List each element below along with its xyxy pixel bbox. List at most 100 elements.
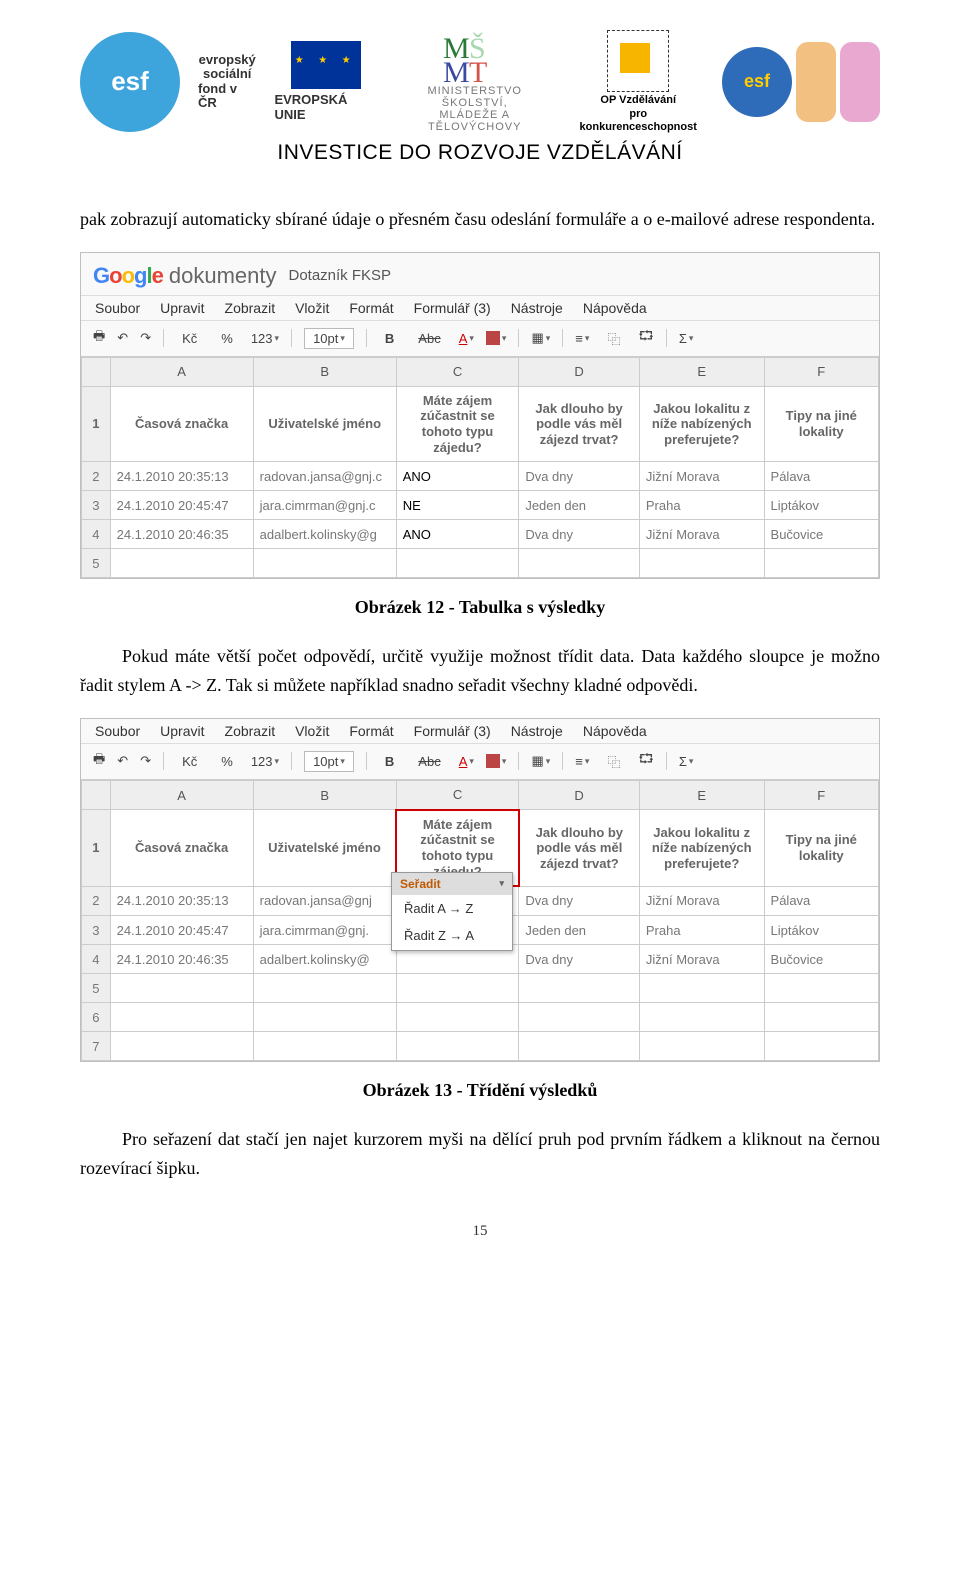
menu-format[interactable]: Formát (349, 300, 393, 316)
cell[interactable] (110, 549, 253, 578)
cell[interactable]: Dva dny (519, 520, 640, 549)
cell[interactable] (639, 974, 764, 1003)
bold-button[interactable]: B (379, 329, 400, 348)
menu-nastroje[interactable]: Nástroje (511, 723, 563, 739)
spreadsheet-grid-1[interactable]: A B C D E F 1 Časová značka Uživatelské … (81, 357, 879, 578)
cell[interactable]: radovan.jansa@gnj.c (253, 462, 396, 491)
wrap-button[interactable]: ⮔ (638, 327, 653, 349)
col-header-d[interactable]: D (519, 357, 640, 386)
cell[interactable]: Pálava (764, 462, 878, 491)
strike-button[interactable]: Abc (412, 752, 446, 771)
row-num[interactable]: 3 (82, 491, 111, 520)
cell[interactable] (639, 549, 764, 578)
cell[interactable]: jara.cimrman@gnj.c (253, 491, 396, 520)
row-num[interactable]: 2 (82, 886, 111, 916)
print-icon[interactable]: 🖶 (93, 750, 105, 772)
cell[interactable]: Praha (639, 916, 764, 945)
cell[interactable]: Dva dny (519, 945, 640, 974)
menu-zobrazit[interactable]: Zobrazit (225, 300, 276, 316)
menu-vlozit[interactable]: Vložit (295, 723, 329, 739)
number-format-button[interactable]: 123▾ (251, 331, 279, 346)
menu-soubor[interactable]: Soubor (95, 300, 140, 316)
undo-icon[interactable]: ↶ (117, 330, 128, 346)
menu-zobrazit[interactable]: Zobrazit (225, 723, 276, 739)
hdr-tipy[interactable]: Tipy na jiné lokality (764, 810, 878, 886)
cell[interactable]: ANO (396, 462, 519, 491)
redo-icon[interactable]: ↷ (140, 330, 151, 346)
row-num[interactable]: 4 (82, 520, 111, 549)
row-num[interactable]: 5 (82, 549, 111, 578)
cell[interactable]: 24.1.2010 20:35:13 (110, 886, 253, 916)
col-header-e[interactable]: E (639, 780, 764, 810)
hdr-tipy[interactable]: Tipy na jiné lokality (764, 386, 878, 461)
cell[interactable] (639, 1003, 764, 1032)
cell[interactable]: 24.1.2010 20:45:47 (110, 916, 253, 945)
align-button[interactable]: ≡▾ (575, 754, 589, 769)
cell[interactable] (253, 974, 396, 1003)
cell[interactable]: Praha (639, 491, 764, 520)
col-header-blank[interactable] (82, 357, 111, 386)
currency-button[interactable]: Kč (176, 752, 203, 771)
hdr-casova[interactable]: Časová značka (110, 386, 253, 461)
align-button[interactable]: ≡▾ (575, 331, 589, 346)
hdr-dlouho[interactable]: Jak dlouho by podle vás měl zájezd trvat… (519, 386, 640, 461)
row-num[interactable]: 2 (82, 462, 111, 491)
borders-button[interactable]: ▦▾ (531, 330, 550, 346)
hdr-lokalita[interactable]: Jakou lokalitu z níže nabízených preferu… (639, 386, 764, 461)
cell[interactable] (110, 1032, 253, 1061)
cell[interactable] (253, 549, 396, 578)
cell[interactable]: Jižní Morava (639, 945, 764, 974)
sort-dropdown-header[interactable]: Seřadit▾ (392, 873, 512, 895)
cell[interactable] (396, 1032, 519, 1061)
col-header-e[interactable]: E (639, 357, 764, 386)
menu-napoveda[interactable]: Nápověda (583, 300, 647, 316)
wrap-button[interactable]: ⮔ (638, 750, 653, 772)
undo-icon[interactable]: ↶ (117, 753, 128, 769)
cell[interactable]: 24.1.2010 20:35:13 (110, 462, 253, 491)
cell[interactable] (519, 1003, 640, 1032)
formula-button[interactable]: Σ▾ (679, 754, 694, 769)
cell[interactable] (519, 1032, 640, 1061)
col-header-d[interactable]: D (519, 780, 640, 810)
cell[interactable]: 24.1.2010 20:46:35 (110, 520, 253, 549)
menu-format[interactable]: Formát (349, 723, 393, 739)
col-header-b[interactable]: B (253, 780, 396, 810)
cell[interactable]: 24.1.2010 20:45:47 (110, 491, 253, 520)
redo-icon[interactable]: ↷ (140, 753, 151, 769)
number-format-button[interactable]: 123▾ (251, 754, 279, 769)
cell[interactable]: radovan.jansa@gnj (253, 886, 396, 916)
cell[interactable]: adalbert.kolinsky@g (253, 520, 396, 549)
text-color-button[interactable]: A▾ (459, 754, 474, 769)
bold-button[interactable]: B (379, 752, 400, 771)
cell[interactable] (764, 549, 878, 578)
menu-nastroje[interactable]: Nástroje (511, 300, 563, 316)
col-header-c[interactable]: C (396, 357, 519, 386)
cell[interactable]: jara.cimrman@gnj. (253, 916, 396, 945)
row-num[interactable]: 1 (82, 810, 111, 886)
merge-button[interactable]: ⿻ (601, 327, 626, 350)
cell[interactable]: adalbert.kolinsky@ (253, 945, 396, 974)
strike-button[interactable]: Abc (412, 329, 446, 348)
cell[interactable]: ANO (396, 520, 519, 549)
menu-upravit[interactable]: Upravit (160, 723, 204, 739)
cell[interactable]: Liptákov (764, 491, 878, 520)
cell[interactable]: 24.1.2010 20:46:35 (110, 945, 253, 974)
menu-upravit[interactable]: Upravit (160, 300, 204, 316)
col-header-b[interactable]: B (253, 357, 396, 386)
cell[interactable] (519, 549, 640, 578)
cell[interactable] (639, 1032, 764, 1061)
hdr-zajem[interactable]: Máte zájem zúčastnit se tohoto typu záje… (396, 386, 519, 461)
cell[interactable] (764, 1032, 878, 1061)
col-header-c[interactable]: C (396, 780, 519, 810)
cell[interactable]: Jižní Morava (639, 462, 764, 491)
borders-button[interactable]: ▦▾ (531, 753, 550, 769)
cell[interactable] (764, 1003, 878, 1032)
fill-color-button[interactable]: ▾ (486, 754, 507, 768)
percent-button[interactable]: % (215, 752, 239, 771)
cell[interactable] (253, 1003, 396, 1032)
cell[interactable] (396, 974, 519, 1003)
cell[interactable]: Jižní Morava (639, 520, 764, 549)
menu-formular[interactable]: Formulář (3) (414, 300, 491, 316)
cell[interactable]: Bučovice (764, 520, 878, 549)
menu-vlozit[interactable]: Vložit (295, 300, 329, 316)
